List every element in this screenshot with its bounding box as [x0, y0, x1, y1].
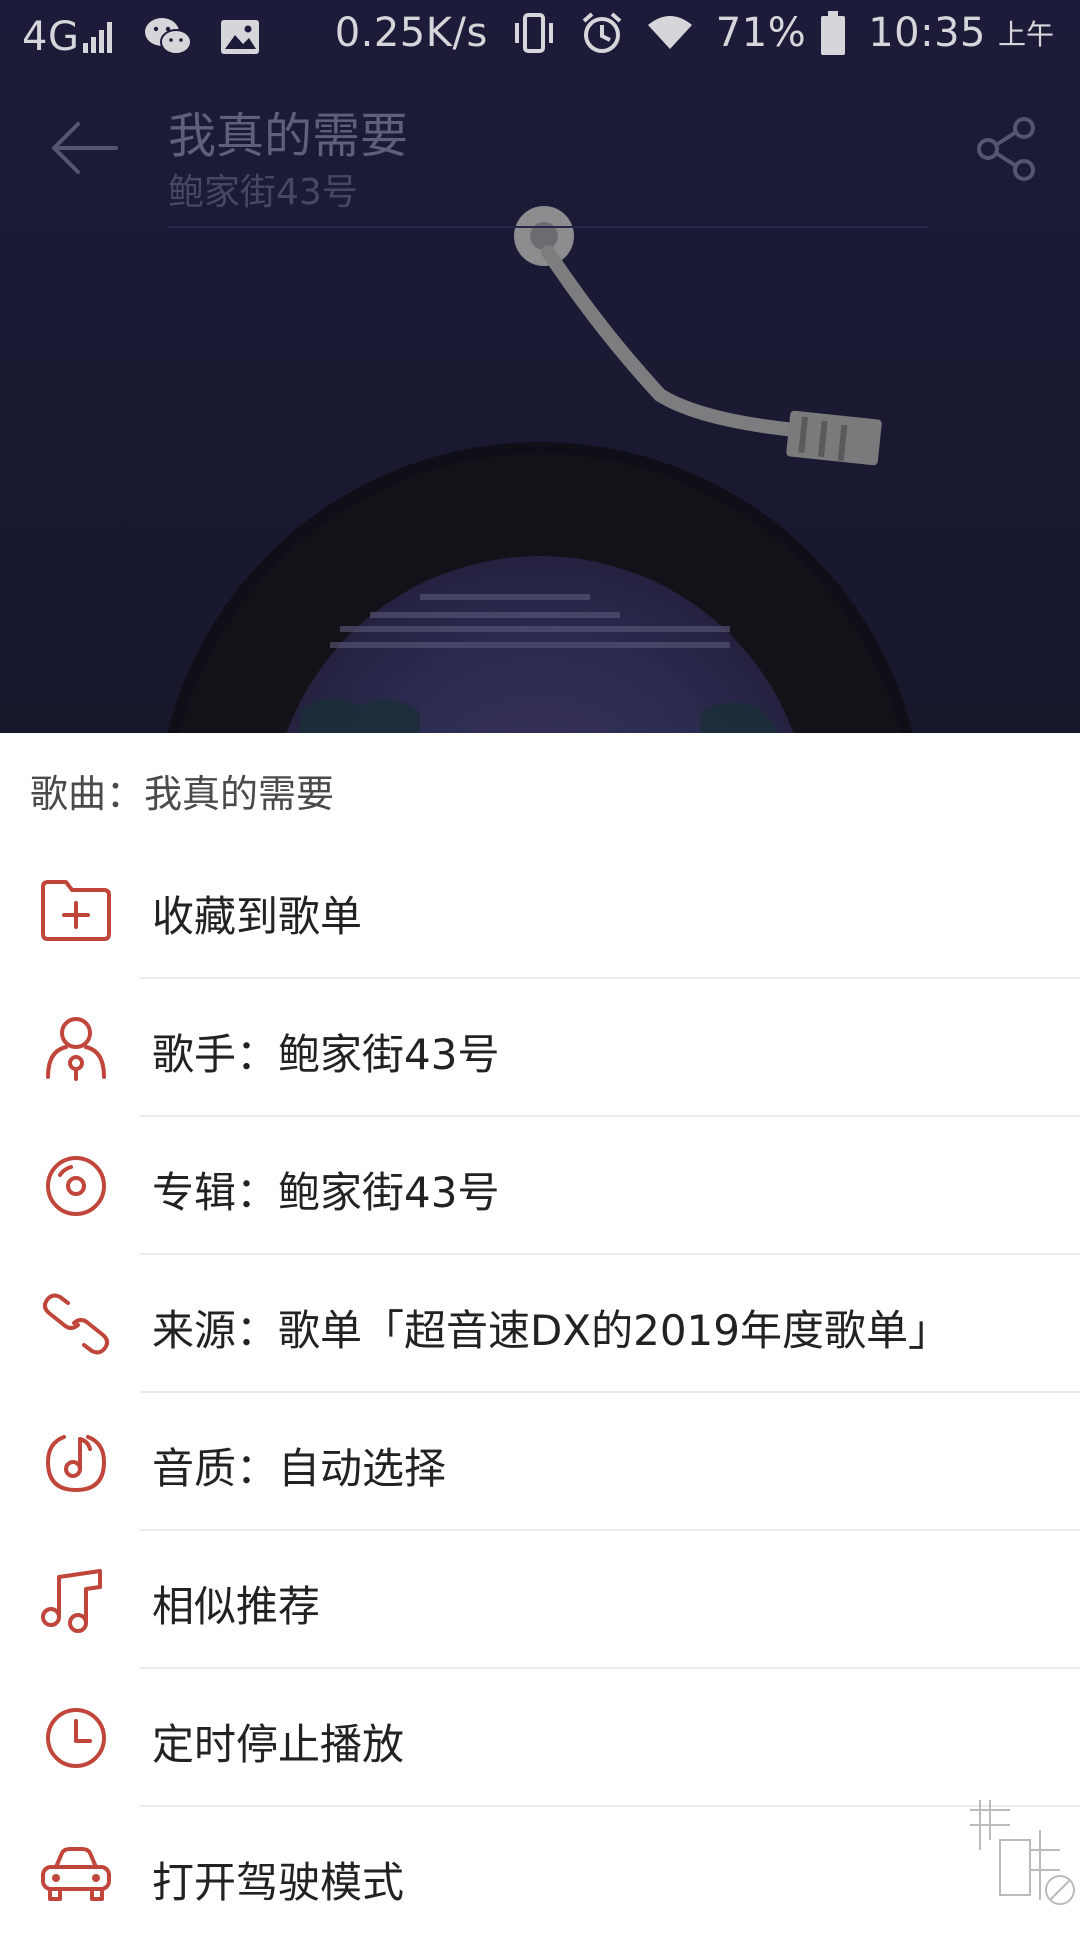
- battery-icon: [821, 11, 846, 55]
- battery-percent: 71%: [715, 10, 807, 56]
- quality-note-icon: [45, 1435, 107, 1493]
- album-disc-icon: [46, 1156, 106, 1216]
- music-notes-icon: [41, 1569, 102, 1633]
- signal-icon: [83, 22, 113, 53]
- network-type: 4G: [22, 14, 80, 60]
- menu-label: 相似推荐: [152, 1582, 321, 1631]
- wifi-icon: [647, 16, 692, 49]
- menu-label: 音质：自动选择: [152, 1444, 447, 1493]
- song-title: 我真的需要: [168, 108, 409, 164]
- car-icon: [41, 1847, 111, 1901]
- wechat-icon: [145, 18, 193, 55]
- folder-plus-icon: [41, 880, 111, 941]
- song-options-sheet: 歌曲：我真的需要 收藏到歌单 歌手：鲍家街43号 专辑：鲍家街43号 来源：歌单…: [0, 733, 1080, 1920]
- menu-item-quality[interactable]: 音质：自动选择: [0, 1393, 1080, 1531]
- menu-item-source[interactable]: 来源：歌单「超音速DX的2019年度歌单」: [0, 1255, 1080, 1393]
- menu-label: 收藏到歌单: [152, 892, 363, 941]
- song-artist: 鲍家街43号: [168, 172, 358, 213]
- header-divider: [168, 226, 928, 228]
- gallery-icon: [221, 20, 260, 54]
- sheet-song-header: 歌曲：我真的需要: [30, 763, 334, 818]
- clock-ampm: 上午: [997, 18, 1054, 51]
- vinyl-disc-artwork: [167, 206, 913, 733]
- menu-label: 打开驾驶模式: [152, 1858, 405, 1907]
- menu-label: 专辑：鲍家街43号: [152, 1168, 500, 1217]
- song-prefix: 歌曲：: [30, 772, 145, 816]
- sheet-song-name: 我真的需要: [144, 772, 335, 816]
- clock-time: 10:35: [868, 10, 986, 56]
- watermark-logo-icon: [970, 1800, 1075, 1905]
- link-icon: [42, 1293, 110, 1355]
- singer-icon: [46, 1017, 106, 1081]
- menu-label: 来源：歌单「超音速DX的2019年度歌单」: [152, 1306, 951, 1355]
- alarm-icon: [582, 12, 622, 53]
- player-background: 4G 0.25K/s 71% 10:35 上午 我真的需要 鲍家街43号: [0, 0, 1080, 733]
- menu-item-sleep-timer[interactable]: 定时停止播放: [0, 1669, 1080, 1807]
- menu-label: 歌手：鲍家街43号: [152, 1030, 500, 1079]
- vibrate-icon: [514, 13, 553, 53]
- menu-item-singer[interactable]: 歌手：鲍家街43号: [0, 979, 1080, 1117]
- clock-icon: [46, 1708, 106, 1768]
- menu-item-album[interactable]: 专辑：鲍家街43号: [0, 1117, 1080, 1255]
- network-speed: 0.25K/s: [334, 10, 488, 56]
- share-icon[interactable]: [974, 116, 1040, 182]
- menu-item-driving-mode[interactable]: 打开驾驶模式: [0, 1807, 1080, 1945]
- menu-label: 定时停止播放: [152, 1720, 405, 1769]
- back-arrow-icon[interactable]: [48, 118, 120, 178]
- menu-item-add-to-playlist[interactable]: 收藏到歌单: [0, 841, 1080, 979]
- status-bar: 4G 0.25K/s 71% 10:35 上午: [0, 0, 1080, 76]
- menu-item-similar[interactable]: 相似推荐: [0, 1531, 1080, 1669]
